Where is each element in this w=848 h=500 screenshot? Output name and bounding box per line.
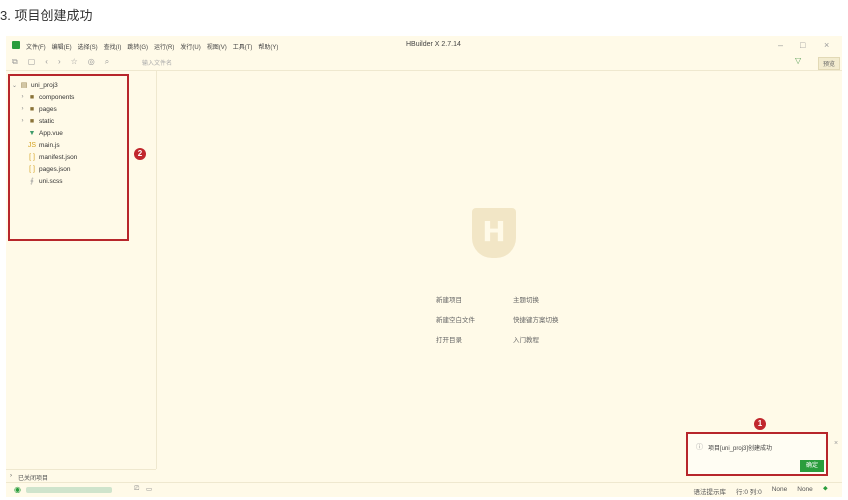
menu-run[interactable]: 运行(R) bbox=[154, 42, 174, 51]
welcome-shortcut-scheme-link[interactable]: 快捷键方案切换 bbox=[513, 314, 559, 324]
menu-find[interactable]: 查找(I) bbox=[104, 42, 122, 51]
hbuilder-h-logo-icon: H bbox=[472, 208, 516, 258]
menu-items: 文件(F) 编辑(E) 选择(S) 查找(I) 跳转(G) 运行(R) 发行(U… bbox=[26, 42, 278, 51]
menu-bar: 文件(F) 编辑(E) 选择(S) 查找(I) 跳转(G) 运行(R) 发行(U… bbox=[6, 36, 842, 54]
preview-button[interactable]: 预览 bbox=[818, 57, 841, 70]
toolbar: ⧉ ▢ ‹ › ☆ ◎ ⌕ 输入文件名 ▽ 预览 bbox=[6, 54, 842, 71]
closed-projects-label: 已关闭项目 bbox=[18, 476, 49, 482]
hbuilder-logo-icon bbox=[12, 41, 20, 49]
project-created-notification: ⓘ 项目[uni_proj3]创建成功 确定 bbox=[686, 432, 828, 476]
menu-help[interactable]: 帮助(Y) bbox=[258, 42, 278, 51]
save-icon[interactable]: ▢ bbox=[28, 57, 36, 67]
menu-publish[interactable]: 发行(U) bbox=[180, 42, 200, 51]
menu-edit[interactable]: 编辑(E) bbox=[52, 42, 72, 51]
welcome-theme-switch-link[interactable]: 主题切换 bbox=[513, 294, 539, 304]
toolbar-icons: ⧉ ▢ ‹ › ☆ ◎ ⌕ bbox=[12, 57, 109, 67]
editor-welcome-area bbox=[157, 71, 842, 469]
minimize-button[interactable]: – bbox=[778, 40, 783, 50]
confirm-button[interactable]: 确定 bbox=[800, 460, 824, 472]
closed-projects-bar[interactable]: › 已关闭项目 bbox=[6, 469, 156, 483]
hbuilder-window: 文件(F) 编辑(E) 选择(S) 查找(I) 跳转(G) 运行(R) 发行(U… bbox=[6, 36, 842, 496]
terminal-icon[interactable]: ⎚ bbox=[134, 485, 139, 493]
language-label[interactable]: None bbox=[797, 486, 813, 496]
star-icon[interactable]: ☆ bbox=[71, 57, 78, 67]
maximize-button[interactable]: □ bbox=[800, 40, 805, 50]
encoding-label[interactable]: None bbox=[772, 486, 788, 496]
highlight-box-project-tree bbox=[8, 74, 129, 241]
annotation-badge-2: 2 bbox=[134, 148, 146, 160]
menu-select[interactable]: 选择(S) bbox=[78, 42, 98, 51]
console-icon[interactable]: ▭ bbox=[146, 485, 152, 493]
chevron-right-icon[interactable]: › bbox=[10, 473, 12, 479]
run-icon[interactable]: ◎ bbox=[88, 57, 95, 67]
account-icon[interactable]: ◉ bbox=[14, 485, 21, 494]
syntax-hint-label[interactable]: 语法提示库 bbox=[694, 486, 727, 496]
back-icon[interactable]: ‹ bbox=[45, 57, 48, 67]
annotation-badge-1: 1 bbox=[754, 418, 766, 430]
account-name-blurred bbox=[26, 487, 112, 493]
cursor-position: 行:0 列:0 bbox=[736, 489, 762, 496]
welcome-open-dir-link[interactable]: 打开目录 bbox=[436, 334, 462, 344]
forward-icon[interactable]: › bbox=[58, 57, 61, 67]
page-caption: 3. 项目创建成功 bbox=[0, 8, 93, 23]
info-icon: ⓘ bbox=[696, 444, 703, 451]
menu-file[interactable]: 文件(F) bbox=[26, 42, 46, 51]
welcome-tutorial-link[interactable]: 入门教程 bbox=[513, 334, 539, 344]
menu-goto[interactable]: 跳转(G) bbox=[127, 42, 148, 51]
close-button[interactable]: × bbox=[824, 40, 829, 50]
search-file-icon[interactable]: ⌕ bbox=[105, 57, 109, 67]
status-bar: ◉ ⎚ ▭ 语法提示库 行:0 列:0 None None ⯁ bbox=[6, 482, 842, 497]
notification-close-icon[interactable]: × bbox=[834, 440, 838, 447]
file-search-input[interactable]: 输入文件名 bbox=[142, 58, 172, 67]
new-file-icon[interactable]: ⧉ bbox=[12, 57, 18, 67]
menu-tools[interactable]: 工具(T) bbox=[233, 42, 253, 51]
window-title: HBuilder X 2.7.14 bbox=[406, 41, 461, 48]
filter-icon[interactable]: ▽ bbox=[795, 56, 801, 65]
notification-message: 项目[uni_proj3]创建成功 bbox=[708, 446, 773, 452]
menu-view[interactable]: 视图(V) bbox=[207, 42, 227, 51]
status-right: 语法提示库 行:0 列:0 None None ⯁ bbox=[694, 486, 828, 496]
welcome-new-project-link[interactable]: 新建项目 bbox=[436, 294, 462, 304]
welcome-new-blank-file-link[interactable]: 新建空白文件 bbox=[436, 314, 475, 324]
notification-bell-icon[interactable]: ⯁ bbox=[823, 486, 828, 496]
